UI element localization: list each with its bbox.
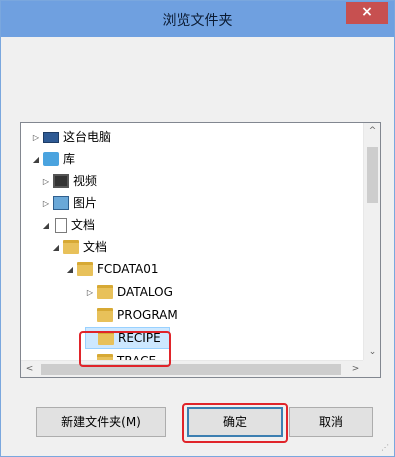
tree-item-datalog[interactable]: ▷ DATALOG <box>85 281 173 303</box>
ok-highlight-box <box>182 403 288 443</box>
library-icon <box>43 152 59 166</box>
scrollbar-corner <box>363 360 380 377</box>
collapse-arrow-icon[interactable]: ◢ <box>31 155 41 164</box>
new-folder-button[interactable]: 新建文件夹(M) <box>36 407 166 437</box>
tree-item-documents-library[interactable]: ◢ 文档 <box>41 214 95 236</box>
folder-icon <box>77 262 93 276</box>
horizontal-scrollbar[interactable]: < > <box>21 360 364 377</box>
browse-folder-dialog: 浏览文件夹 × ▷ 这台电脑 ◢ 库 ▷ 视频 ▷ 图片 ◢ 文档 ◢ 文档 ◢… <box>0 0 395 457</box>
tree-item-this-pc[interactable]: ▷ 这台电脑 <box>31 126 111 148</box>
scroll-right-icon[interactable]: > <box>347 361 364 377</box>
resize-grip-icon[interactable]: ⋰ <box>381 443 391 453</box>
collapse-arrow-icon[interactable]: ◢ <box>41 221 51 230</box>
tree-item-label: 视频 <box>73 174 98 188</box>
vertical-scroll-thumb[interactable] <box>367 147 378 203</box>
tree-item-label: DATALOG <box>117 285 173 299</box>
expand-arrow-icon[interactable]: ▷ <box>31 133 41 142</box>
recipe-highlight-box <box>79 331 171 367</box>
tree-item-pictures[interactable]: ▷ 图片 <box>41 192 97 214</box>
tree-item-videos[interactable]: ▷ 视频 <box>41 170 97 192</box>
tree-item-label: 文档 <box>83 240 108 254</box>
folder-icon <box>97 308 113 322</box>
tree-item-documents-folder[interactable]: ◢ 文档 <box>51 236 107 258</box>
tree-item-label: FCDATA01 <box>97 262 159 276</box>
folder-tree[interactable]: ▷ 这台电脑 ◢ 库 ▷ 视频 ▷ 图片 ◢ 文档 ◢ 文档 ◢ FCDATA0… <box>20 122 381 378</box>
tree-item-fcdata01[interactable]: ◢ FCDATA01 <box>65 258 158 280</box>
tree-item-program[interactable]: PROGRAM <box>85 304 178 326</box>
folder-icon <box>97 285 113 299</box>
tree-item-label: 文档 <box>71 218 96 232</box>
scroll-down-icon[interactable]: ⌄ <box>364 344 380 361</box>
tree-item-label: 图片 <box>73 196 98 210</box>
video-icon <box>53 174 69 188</box>
documents-icon <box>55 217 67 233</box>
tree-item-label: PROGRAM <box>117 308 178 322</box>
collapse-arrow-icon[interactable]: ◢ <box>65 265 75 274</box>
computer-icon <box>43 131 59 143</box>
scroll-up-icon[interactable]: ^ <box>364 123 380 140</box>
expand-arrow-icon[interactable]: ▷ <box>41 199 51 208</box>
tree-item-label: 这台电脑 <box>63 130 112 144</box>
cancel-button[interactable]: 取消 <box>289 407 373 437</box>
expand-arrow-icon[interactable]: ▷ <box>41 177 51 186</box>
folder-icon <box>63 240 79 254</box>
scroll-left-icon[interactable]: < <box>21 361 38 377</box>
tree-item-label: 库 <box>63 152 76 166</box>
close-button[interactable]: × <box>346 2 388 24</box>
vertical-scrollbar[interactable]: ^ ⌄ <box>363 123 380 361</box>
collapse-arrow-icon[interactable]: ◢ <box>51 243 61 252</box>
tree-item-library[interactable]: ◢ 库 <box>31 148 75 170</box>
title-bar[interactable]: 浏览文件夹 × <box>1 1 394 37</box>
pictures-icon <box>53 196 69 210</box>
dialog-title: 浏览文件夹 <box>162 13 233 29</box>
expand-arrow-icon[interactable]: ▷ <box>85 288 95 297</box>
